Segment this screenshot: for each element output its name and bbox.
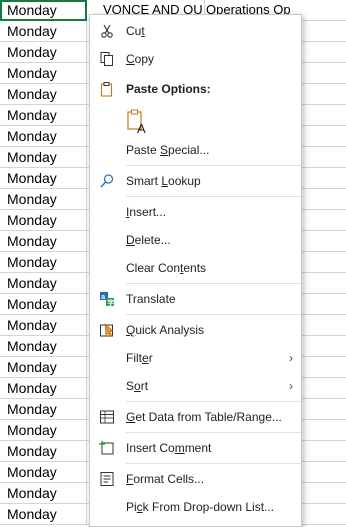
table-cell[interactable]: Monday <box>0 294 87 315</box>
insert-comment-label: Insert Comment <box>126 441 212 455</box>
table-cell[interactable]: Monday <box>0 483 87 504</box>
table-cell[interactable]: Monday <box>0 42 87 63</box>
paste-keep-text-icon: A <box>127 109 146 136</box>
quick-analysis-icon <box>100 323 114 338</box>
table-cell[interactable]: Monday <box>0 189 87 210</box>
delete-menu-item[interactable]: Delete... <box>90 226 301 254</box>
table-cell[interactable]: Monday <box>0 420 87 441</box>
scissors-icon <box>101 24 113 38</box>
paste-options-label: Paste Options: <box>126 82 211 96</box>
get-data-menu-item[interactable]: Get Data from Table/Range... <box>90 403 301 431</box>
smart-lookup-label: Smart Lookup <box>126 174 201 188</box>
table-cell[interactable]: Monday <box>0 504 87 525</box>
format-cells-label: Format Cells... <box>126 472 205 486</box>
table-cell[interactable]: Monday <box>0 126 87 147</box>
clipboard-icon <box>100 82 113 97</box>
smart-lookup-menu-item[interactable]: Smart Lookup <box>90 167 301 195</box>
sort-menu-item[interactable]: Sort › <box>90 372 301 400</box>
filter-label: Filter <box>126 351 153 365</box>
quick-analysis-label: Quick Analysis <box>126 323 205 337</box>
svg-text:字: 字 <box>107 298 114 307</box>
table-cell[interactable]: Monday <box>0 336 87 357</box>
chevron-right-icon: › <box>289 379 293 393</box>
svg-text:A: A <box>137 121 146 135</box>
menu-divider <box>126 283 301 284</box>
copy-label: Copy <box>126 52 155 66</box>
table-cell[interactable]: Monday <box>0 252 87 273</box>
active-cell[interactable]: Monday <box>0 0 87 21</box>
cut-menu-item[interactable]: Cut <box>90 17 301 45</box>
table-cell[interactable]: Monday <box>0 231 87 252</box>
table-cell[interactable]: Monday <box>0 105 87 126</box>
translate-icon: a 字 <box>100 292 114 307</box>
comment-icon <box>99 441 114 455</box>
copy-menu-item[interactable]: Copy <box>90 45 301 73</box>
table-cell[interactable]: Monday <box>0 21 87 42</box>
menu-divider <box>126 165 301 166</box>
menu-divider <box>126 463 301 464</box>
menu-divider <box>126 401 301 402</box>
table-cell[interactable]: Monday <box>0 462 87 483</box>
search-icon <box>100 174 114 188</box>
translate-menu-item[interactable]: a 字 Translate <box>90 285 301 313</box>
insert-menu-item[interactable]: Insert... <box>90 198 301 226</box>
menu-divider <box>126 196 301 197</box>
paste-keep-text-button[interactable]: A <box>124 107 150 136</box>
menu-divider <box>126 432 301 433</box>
table-cell[interactable]: Monday <box>0 357 87 378</box>
table-cell[interactable]: Monday <box>0 441 87 462</box>
context-menu: Cut Copy Paste Options: A Paste Special.… <box>89 14 302 527</box>
table-cell[interactable]: Monday <box>0 147 87 168</box>
paste-special-menu-item[interactable]: Paste Special... <box>90 136 301 164</box>
table-cell[interactable]: Monday <box>0 399 87 420</box>
filter-menu-item[interactable]: Filter › <box>90 344 301 372</box>
table-icon <box>100 410 114 424</box>
clear-contents-label: Clear Contents <box>126 261 207 275</box>
translate-label: Translate <box>126 292 176 306</box>
format-cells-icon <box>100 472 114 486</box>
svg-text:a: a <box>101 294 105 301</box>
format-cells-menu-item[interactable]: Format Cells... <box>90 465 301 493</box>
table-cell[interactable]: Monday <box>0 315 87 336</box>
clear-contents-menu-item[interactable]: Clear Contents <box>90 254 301 282</box>
pick-from-list-label: Pick From Drop-down List... <box>126 500 275 514</box>
table-cell[interactable]: Monday <box>0 273 87 294</box>
cut-label: Cut <box>126 24 145 38</box>
table-cell[interactable]: Monday <box>0 63 87 84</box>
table-cell[interactable]: Monday <box>0 168 87 189</box>
insert-label: Insert... <box>126 205 167 219</box>
paste-special-label: Paste Special... <box>126 143 210 157</box>
paste-options-header: Paste Options: <box>90 75 301 103</box>
pick-from-list-menu-item[interactable]: Pick From Drop-down List... <box>90 493 301 521</box>
table-cell[interactable]: Monday <box>0 84 87 105</box>
copy-icon <box>100 52 113 66</box>
delete-label: Delete... <box>126 233 171 247</box>
insert-comment-menu-item[interactable]: Insert Comment <box>90 434 301 462</box>
quick-analysis-menu-item[interactable]: Quick Analysis <box>90 316 301 344</box>
get-data-label: Get Data from Table/Range... <box>126 410 282 424</box>
chevron-right-icon: › <box>289 351 293 365</box>
sort-label: Sort <box>126 379 149 393</box>
table-cell[interactable]: Monday <box>0 378 87 399</box>
table-cell[interactable]: Monday <box>0 210 87 231</box>
menu-divider <box>126 314 301 315</box>
